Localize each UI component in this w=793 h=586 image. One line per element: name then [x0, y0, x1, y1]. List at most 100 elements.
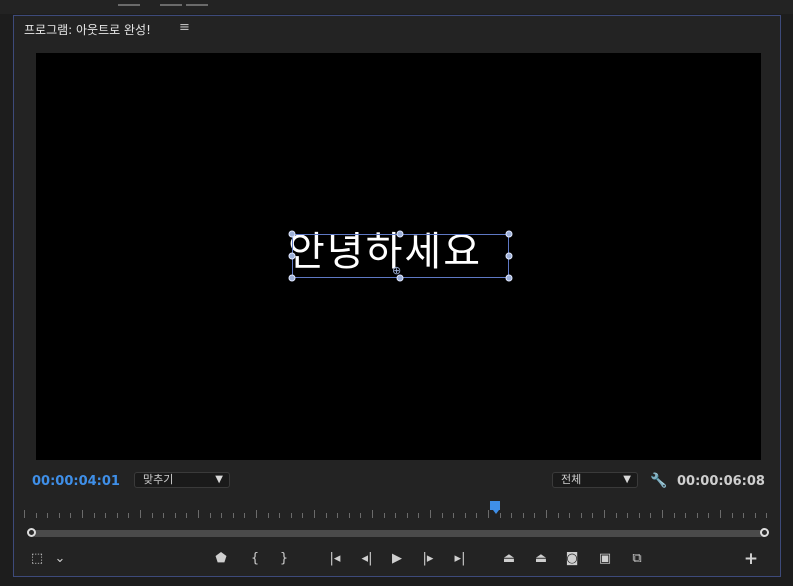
ruler-tick [35, 513, 37, 518]
ruler-tick [743, 513, 745, 518]
ruler-tick [163, 513, 165, 518]
ruler-tick [464, 513, 466, 518]
zoom-scrollbar[interactable] [32, 530, 765, 537]
proxy-toggle-icon[interactable]: ⧉ [627, 551, 647, 567]
tab-fragment [186, 0, 208, 6]
ruler-tick [754, 513, 756, 518]
duration-timecode: 00:00:06:08 [677, 474, 765, 489]
playback-resolution-value: 전체 [561, 473, 582, 486]
go-to-out-icon[interactable]: ▸| [449, 551, 471, 567]
ruler-tick [337, 513, 339, 518]
add-button-icon[interactable]: + [743, 551, 759, 568]
resize-handle-br[interactable] [505, 274, 513, 282]
time-ruler[interactable] [24, 504, 770, 518]
resize-handle-l[interactable] [288, 252, 296, 260]
resize-handle-tr[interactable] [505, 230, 513, 238]
ruler-tick [418, 513, 420, 518]
comparison-view-icon[interactable]: ▣ [595, 551, 615, 567]
ruler-tick [58, 513, 60, 518]
top-strip [0, 0, 793, 14]
panel-title[interactable]: 프로그램: 아웃트로 완성! [24, 21, 151, 38]
playback-resolution-dropdown[interactable]: 전체 ▼ [552, 472, 638, 488]
ruler-tick [244, 513, 246, 518]
ruler-tick [476, 513, 478, 518]
ruler-tick [708, 513, 710, 518]
resize-handle-r[interactable] [505, 252, 513, 260]
current-timecode[interactable]: 00:00:04:01 [32, 474, 120, 489]
playhead-pointer [493, 510, 499, 514]
ruler-tick [348, 513, 350, 518]
zoom-level-value: 맞추기 [143, 473, 174, 486]
ruler-tick [256, 510, 257, 518]
ruler-tick [685, 513, 687, 518]
ruler-tick [302, 513, 304, 518]
chevron-down-icon: ▼ [623, 474, 631, 485]
scrollbar-end-handle[interactable] [760, 528, 769, 537]
add-marker-icon[interactable]: ⬟ [213, 551, 229, 567]
export-frame-icon[interactable]: ◙ [563, 551, 581, 567]
chevron-down-icon[interactable]: ⌄ [52, 551, 68, 567]
mark-in-icon[interactable]: { [247, 551, 263, 567]
ruler-tick [638, 513, 640, 518]
ruler-tick [93, 513, 95, 518]
zoom-level-dropdown[interactable]: 맞추기 ▼ [134, 472, 230, 488]
ruler-tick [128, 513, 130, 518]
ruler-tick [290, 513, 292, 518]
resize-handle-t[interactable] [396, 230, 404, 238]
ruler-tick [731, 513, 733, 518]
step-back-icon[interactable]: ◂| [357, 551, 377, 567]
ruler-tick [499, 513, 501, 518]
ruler-tick [221, 513, 223, 518]
ruler-tick [662, 510, 663, 518]
mark-out-icon[interactable]: } [276, 551, 292, 567]
ruler-tick [511, 513, 513, 518]
ruler-tick [627, 513, 629, 518]
ruler-tick [279, 513, 281, 518]
ruler-tick [186, 513, 188, 518]
resize-handle-tl[interactable] [288, 230, 296, 238]
ruler-tick [105, 513, 107, 518]
ruler-tick [325, 513, 327, 518]
ruler-tick [546, 510, 547, 518]
ruler-tick [82, 510, 83, 518]
ruler-tick [430, 510, 431, 518]
go-to-in-icon[interactable]: |◂ [324, 551, 346, 567]
ruler-tick [47, 513, 49, 518]
ruler-tick [580, 513, 582, 518]
ruler-tick [267, 513, 269, 518]
ruler-tick [140, 510, 141, 518]
ruler-tick [383, 513, 385, 518]
ruler-tick [360, 513, 362, 518]
ruler-tick [116, 513, 118, 518]
lift-icon[interactable]: ⏏ [498, 551, 520, 567]
ruler-tick [766, 513, 768, 518]
hamburger-menu-icon[interactable]: ≡ [179, 20, 190, 35]
ruler-tick [198, 510, 199, 518]
ruler-tick [406, 513, 408, 518]
ruler-tick [395, 513, 397, 518]
chevron-down-icon: ▼ [215, 474, 223, 485]
step-forward-icon[interactable]: |▸ [418, 551, 438, 567]
ruler-tick [372, 510, 373, 518]
playhead[interactable] [490, 501, 500, 510]
tab-fragment [160, 0, 182, 6]
resize-handle-bl[interactable] [288, 274, 296, 282]
scrollbar-start-handle[interactable] [27, 528, 36, 537]
anchor-point-icon[interactable]: ⊕ [392, 265, 404, 277]
ruler-tick [151, 513, 153, 518]
wrench-icon[interactable]: 🔧 [650, 473, 667, 489]
ruler-tick [209, 513, 211, 518]
ruler-tick [720, 510, 721, 518]
ruler-tick [604, 510, 605, 518]
ruler-tick [569, 513, 571, 518]
ruler-tick [24, 510, 25, 518]
ruler-tick [650, 513, 652, 518]
program-viewer[interactable]: 안녕하세요 ⊕ [36, 53, 761, 460]
extract-icon[interactable]: ⏏ [530, 551, 552, 567]
ruler-tick [673, 513, 675, 518]
ruler-tick [592, 513, 594, 518]
ruler-tick [696, 513, 698, 518]
safe-margins-icon[interactable]: ⬚ [28, 551, 46, 567]
ruler-tick [232, 513, 234, 518]
play-icon[interactable]: ▶ [389, 551, 405, 567]
